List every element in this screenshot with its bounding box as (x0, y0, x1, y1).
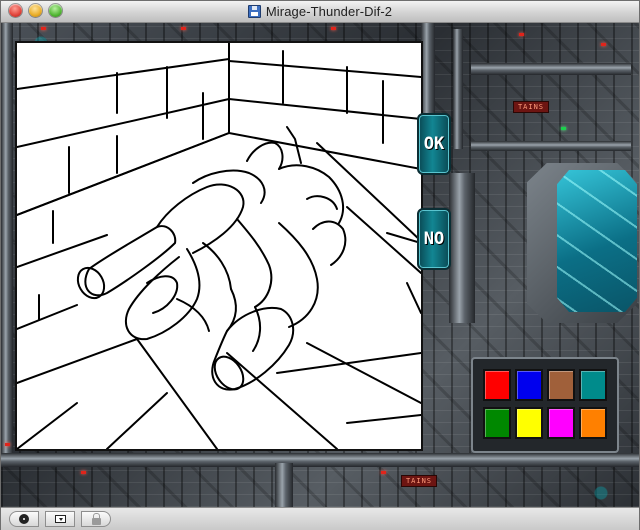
app-window: Mirage-Thunder-Dif-2 TAINS TAINS OK NO (0, 0, 640, 530)
ok-button[interactable]: OK (417, 113, 451, 175)
no-button[interactable]: NO (417, 208, 451, 270)
color-swatch-orange[interactable] (579, 407, 607, 439)
panel-pipe (275, 463, 293, 507)
panel-pipe (421, 23, 435, 113)
monitor-screen (557, 170, 637, 312)
color-palette (471, 357, 619, 453)
status-light (519, 33, 524, 36)
lock-icon (92, 513, 101, 525)
color-swatch-teal[interactable] (579, 369, 607, 401)
panel-plate: TAINS (401, 475, 437, 487)
floppy-disk-icon (247, 5, 261, 18)
status-light (381, 471, 386, 474)
panel-pipe (453, 29, 463, 149)
panel-pipe (1, 453, 639, 467)
title-bar[interactable]: Mirage-Thunder-Dif-2 (1, 1, 639, 23)
panel-pipe (471, 141, 631, 151)
zoom-button-status[interactable] (9, 511, 39, 527)
status-light (41, 27, 46, 30)
color-swatch-magenta[interactable] (547, 407, 575, 439)
window-title: Mirage-Thunder-Dif-2 (265, 4, 393, 19)
panel-pipe (449, 173, 475, 323)
zoom-icon (19, 514, 29, 524)
status-light (5, 443, 10, 446)
color-swatch-brown[interactable] (547, 369, 575, 401)
status-light (81, 471, 86, 474)
status-light (331, 27, 336, 30)
color-swatch-blue[interactable] (515, 369, 543, 401)
panel-plate: TAINS (513, 101, 549, 113)
screen-icon (55, 515, 66, 523)
panel-pipe (471, 63, 631, 75)
color-swatch-green[interactable] (483, 407, 511, 439)
game-screen: TAINS TAINS OK NO (1, 23, 639, 507)
status-light (181, 27, 186, 30)
color-swatch-yellow[interactable] (515, 407, 543, 439)
status-light (601, 43, 606, 46)
color-swatch-red[interactable] (483, 369, 511, 401)
status-bar (1, 507, 639, 530)
drawing-canvas[interactable] (15, 41, 423, 451)
screen-button[interactable] (45, 511, 75, 527)
ok-label: OK (423, 134, 445, 154)
panel-pipe (1, 23, 13, 453)
spaceship-line-art (17, 43, 421, 449)
status-light (561, 127, 566, 130)
no-label: NO (423, 229, 445, 249)
lock-button[interactable] (81, 511, 111, 527)
